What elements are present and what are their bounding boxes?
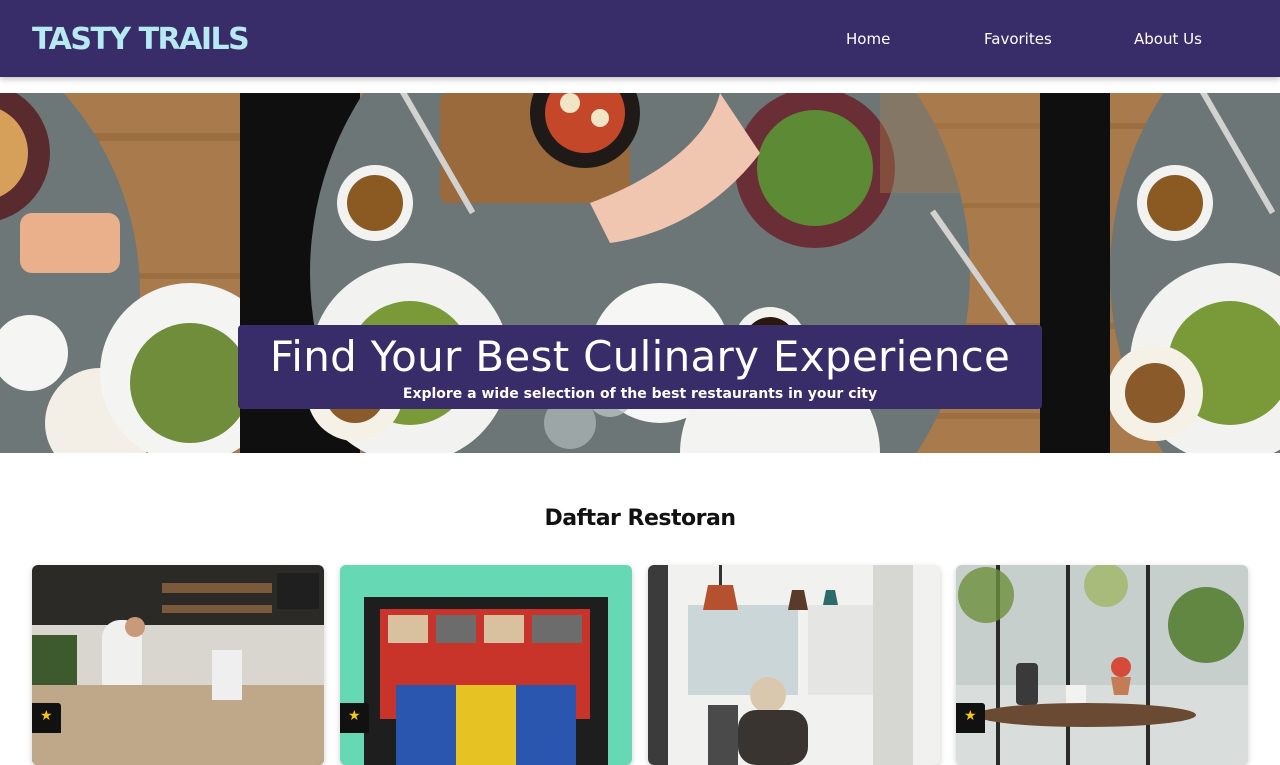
- rating-badge: ★: [32, 703, 61, 733]
- hero-image-tile-left: [0, 93, 240, 453]
- star-icon: ★: [964, 708, 977, 724]
- hero-food-table-image: [1040, 93, 1280, 453]
- nav-home-link[interactable]: Home: [846, 29, 890, 49]
- hero-food-table-image: [0, 93, 240, 453]
- restaurant-card[interactable]: ★: [32, 565, 324, 765]
- restaurant-cafe-image: [648, 565, 940, 765]
- nav-about-link[interactable]: About Us: [1134, 29, 1202, 49]
- restaurant-kitchen-image: [32, 565, 324, 765]
- hero-caption: Find Your Best Culinary Experience Explo…: [238, 325, 1042, 409]
- hero-title: Find Your Best Culinary Experience: [269, 332, 1011, 381]
- restaurant-card[interactable]: ★: [956, 565, 1248, 765]
- hero-banner: Find Your Best Culinary Experience Explo…: [0, 93, 1280, 453]
- hero-subtitle: Explore a wide selection of the best res…: [402, 386, 878, 402]
- star-icon: ★: [40, 708, 53, 724]
- restaurant-list-title: Daftar Restoran: [544, 506, 737, 531]
- rating-badge: ★: [340, 703, 369, 733]
- app-header: TASTY TRAILS Home Favorites About Us: [0, 0, 1280, 77]
- restaurant-card[interactable]: ★: [340, 565, 632, 765]
- main-nav: Home Favorites About Us: [0, 29, 1280, 51]
- nav-favorites-link[interactable]: Favorites: [984, 29, 1052, 49]
- restaurant-storefront-image: [340, 565, 632, 765]
- rating-badge: ★: [956, 703, 985, 733]
- restaurant-card-list: ★ ★ ★: [0, 565, 1280, 765]
- star-icon: ★: [348, 708, 361, 724]
- restaurant-card[interactable]: [648, 565, 940, 765]
- restaurant-greenhouse-image: [956, 565, 1248, 765]
- hero-image-tile-right: [1040, 93, 1280, 453]
